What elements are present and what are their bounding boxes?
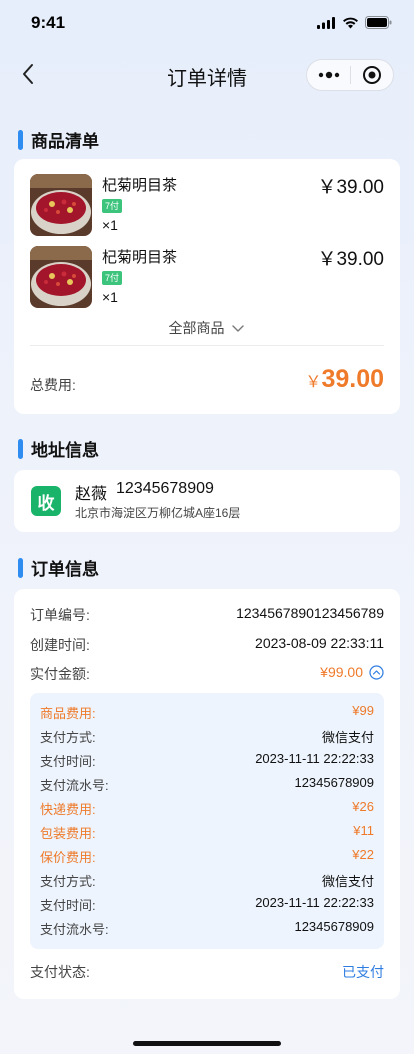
receiver-icon: 收 (31, 486, 61, 516)
breakdown-row: 支付时间: 2023-11-11 22:22:33 (40, 751, 374, 769)
more-button[interactable] (307, 60, 350, 90)
goods-section-header: 商品清单 (18, 127, 99, 152)
status-bar: 9:41 (0, 0, 414, 46)
created-time-value: 2023-08-09 22:33:11 (255, 635, 384, 651)
section-accent-bar (18, 557, 23, 578)
total-price: ￥39.00 (305, 365, 384, 394)
paid-amount-row[interactable]: 实付金额: ¥99.00 (30, 664, 384, 684)
breakdown-value: ¥26 (352, 799, 374, 814)
section-accent-bar (18, 129, 23, 150)
card-divider (30, 345, 384, 346)
total-currency: ￥ (305, 374, 322, 391)
breakdown-label: 商品费用: (40, 706, 96, 721)
breakdown-row: 支付流水号: 12345678909 (40, 775, 374, 793)
breakdown-value: 微信支付 (321, 874, 374, 889)
product-quantity: ×1 (102, 217, 118, 233)
breakdown-row: 支付时间: 2023-11-11 22:22:33 (40, 895, 374, 913)
product-item[interactable]: 杞菊明目茶 7付 ×1 ￥39.00 (30, 246, 384, 310)
breakdown-value: 2023-11-11 22:22:33 (255, 751, 374, 766)
product-image (30, 174, 92, 236)
all-goods-toggle[interactable]: 全部商品 (14, 318, 400, 338)
product-name: 杞菊明目茶 (102, 249, 178, 266)
all-goods-label: 全部商品 (168, 320, 225, 336)
breakdown-label: 支付方式: (40, 730, 96, 745)
breakdown-value: ¥22 (352, 847, 374, 862)
close-target-icon (362, 66, 381, 84)
created-time-label: 创建时间: (30, 637, 90, 653)
breakdown-label: 支付流水号: (40, 778, 109, 793)
order-card: 订单编号: 1234567890123456789 创建时间: 2023-08-… (14, 589, 400, 999)
close-mini-program-button[interactable] (351, 60, 393, 90)
pay-status-label: 支付状态: (30, 964, 90, 980)
receiver-phone: 12345678909 (116, 480, 214, 497)
chevron-down-icon (232, 325, 245, 332)
product-tag: 7付 (102, 199, 123, 213)
breakdown-value: ¥11 (353, 823, 374, 838)
breakdown-label: 支付方式: (40, 874, 96, 889)
order-number-label: 订单编号: (30, 607, 90, 623)
mini-program-capsule (306, 59, 394, 91)
receiver-name: 赵薇 (75, 486, 108, 503)
total-amount: 39.00 (321, 365, 384, 393)
battery-icon (365, 16, 392, 29)
address-section-title: 地址信息 (31, 441, 99, 460)
address-card[interactable]: 收 赵薇 12345678909 北京市海淀区万柳亿城A座16层 (14, 470, 400, 532)
order-number-value: 1234567890123456789 (236, 605, 384, 621)
pay-status-value: 已支付 (342, 964, 384, 980)
paid-amount-value: ¥99.00 (320, 664, 363, 680)
order-section-header: 订单信息 (18, 555, 99, 580)
breakdown-label: 支付时间: (40, 898, 96, 913)
navigation-bar: 订单详情 (0, 46, 414, 102)
status-icons (317, 16, 392, 29)
product-quantity: ×1 (102, 289, 118, 305)
signal-icon (317, 16, 335, 29)
chevron-up-circle-icon[interactable] (369, 665, 384, 680)
status-time: 9:41 (31, 13, 66, 32)
breakdown-value: 2023-11-11 22:22:33 (255, 895, 374, 910)
breakdown-row: 保价费用: ¥22 (40, 847, 374, 865)
breakdown-value: ¥99 (352, 703, 374, 718)
goods-card: 杞菊明目茶 7付 ×1 ￥39.00 杞菊明目茶 7付 ×1 ￥39.00 全部 (14, 159, 400, 414)
breakdown-label: 保价费用: (40, 850, 96, 865)
receiver-address: 北京市海淀区万柳亿城A座16层 (75, 506, 241, 520)
wifi-icon (343, 17, 358, 28)
breakdown-label: 支付流水号: (40, 922, 109, 937)
breakdown-value: 微信支付 (321, 730, 374, 745)
breakdown-row: 商品费用: ¥99 (40, 703, 374, 721)
breakdown-value: 12345678909 (294, 775, 374, 790)
breakdown-row: 包装费用: ¥11 (40, 823, 374, 841)
product-price: ￥39.00 (317, 249, 384, 270)
breakdown-row: 支付方式: 微信支付 (40, 871, 374, 889)
breakdown-row: 支付方式: 微信支付 (40, 727, 374, 745)
paid-amount-label: 实付金额: (30, 666, 90, 682)
product-price: ￥39.00 (317, 177, 384, 198)
total-label: 总费用: (30, 377, 76, 393)
breakdown-label: 快递费用: (40, 802, 96, 817)
paid-amount-value-wrap: ¥99.00 (320, 664, 384, 680)
pay-status-row: 支付状态: 已支付 (30, 962, 384, 982)
product-item[interactable]: 杞菊明目茶 7付 ×1 ￥39.00 (30, 174, 384, 238)
breakdown-value: 12345678909 (294, 919, 374, 934)
product-tag: 7付 (102, 271, 123, 285)
payment-breakdown-panel: 商品费用: ¥99 支付方式: 微信支付 支付时间: 2023-11-11 22… (30, 693, 384, 949)
product-image (30, 246, 92, 308)
breakdown-row: 快递费用: ¥26 (40, 799, 374, 817)
breakdown-label: 包装费用: (40, 826, 96, 841)
order-number-row: 订单编号: 1234567890123456789 (30, 605, 384, 625)
more-icon (318, 71, 339, 79)
breakdown-label: 支付时间: (40, 754, 96, 769)
goods-section-title: 商品清单 (31, 132, 99, 151)
home-indicator (133, 1041, 281, 1046)
address-section-header: 地址信息 (18, 436, 99, 461)
created-time-row: 创建时间: 2023-08-09 22:33:11 (30, 635, 384, 655)
breakdown-row: 支付流水号: 12345678909 (40, 919, 374, 937)
product-name: 杞菊明目茶 (102, 177, 178, 194)
section-accent-bar (18, 438, 23, 459)
order-section-title: 订单信息 (31, 560, 99, 579)
